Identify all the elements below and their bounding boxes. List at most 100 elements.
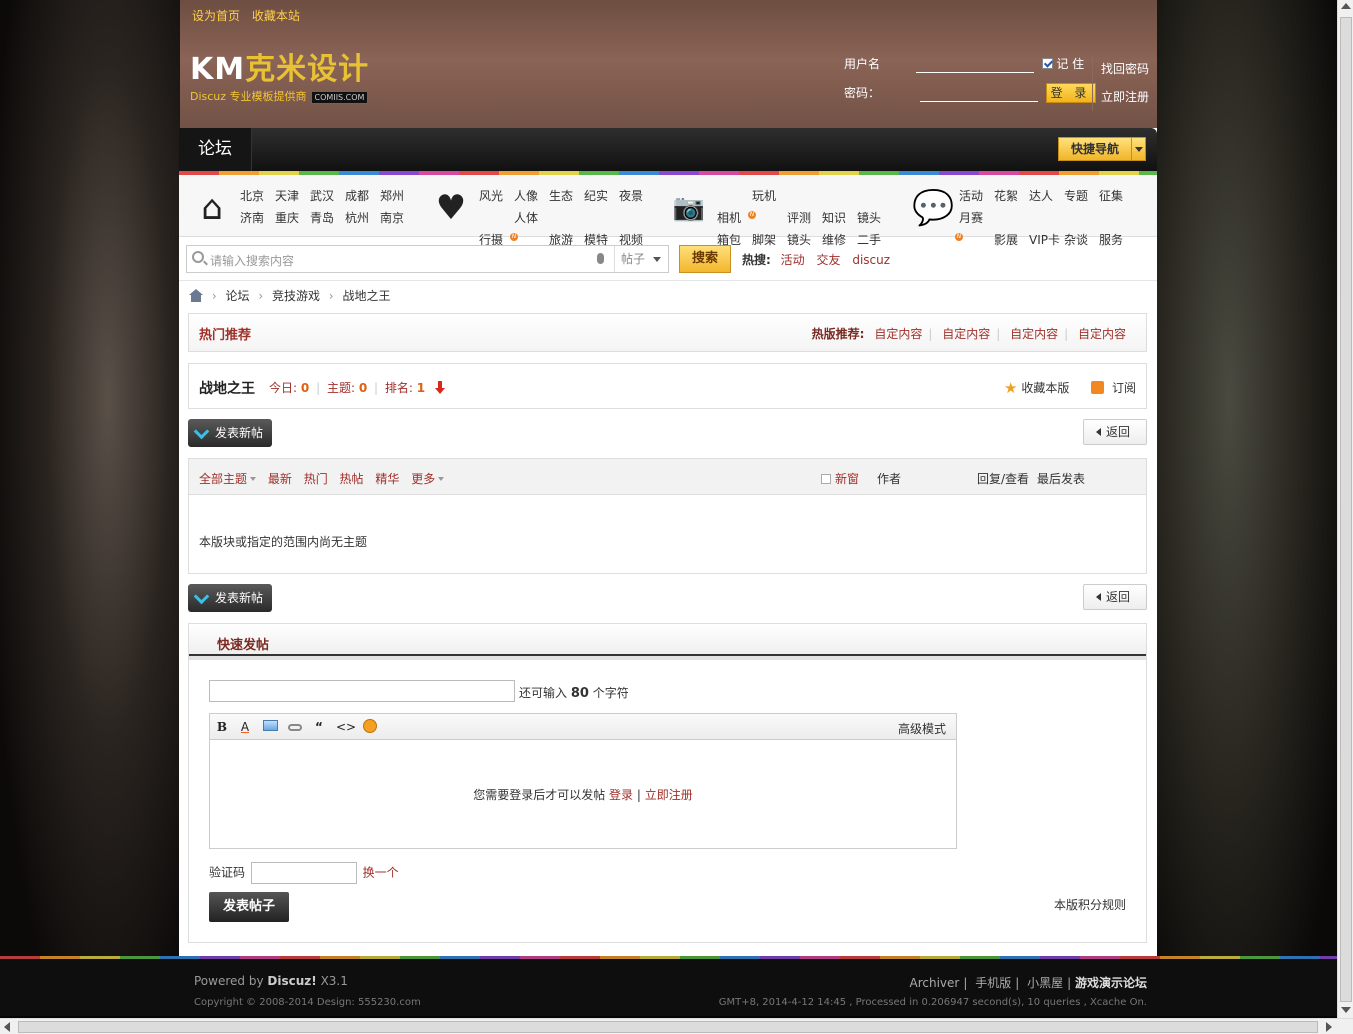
search-button[interactable]: 搜索 (679, 245, 731, 273)
register-link[interactable]: 立即注册 (1101, 83, 1149, 111)
cat-link[interactable]: 杭州 (345, 207, 380, 229)
filter-hot[interactable]: 热门 (304, 472, 328, 486)
cat-link[interactable]: 相机 (717, 207, 752, 229)
hot-search-link[interactable]: discuz (852, 253, 890, 267)
hot-search-link[interactable]: 交友 (816, 253, 840, 267)
username-input[interactable] (915, 55, 1034, 73)
password-input[interactable] (919, 84, 1038, 102)
cat-link[interactable]: 重庆 (275, 207, 310, 229)
scroll-thumb[interactable] (1340, 17, 1352, 1002)
filter-latest[interactable]: 最新 (268, 472, 292, 486)
cat-link[interactable]: 玩机 N (748, 185, 787, 229)
new-post-button[interactable]: 发表新帖 (188, 419, 272, 447)
hot-search-link[interactable]: 活动 (781, 253, 805, 267)
advanced-mode-link[interactable]: 高级模式 (898, 720, 946, 737)
hot-board-link[interactable]: 自定内容 (1010, 327, 1058, 341)
hscroll-thumb[interactable] (18, 1021, 1318, 1033)
captcha-change-link[interactable]: 换一个 (363, 866, 399, 880)
cat-link[interactable]: 纪实 (584, 185, 619, 207)
favorite-forum-link[interactable]: 收藏本版 (1021, 381, 1069, 395)
editor-login-link[interactable]: 登录 (609, 788, 633, 802)
hot-board-link[interactable]: 自定内容 (1078, 327, 1126, 341)
scroll-up-icon[interactable] (1341, 3, 1351, 9)
breadcrumb-forum[interactable]: 论坛 (225, 289, 249, 303)
scroll-left-icon[interactable] (4, 1022, 10, 1032)
cat-link[interactable]: 郑州 (380, 185, 415, 207)
scroll-down-icon[interactable] (1341, 1007, 1351, 1013)
editor-toolbar: B A “ <> 高级模式 (210, 714, 956, 740)
filter-more[interactable]: 更多 (411, 472, 444, 486)
set-homepage-link[interactable]: 设为首页 (192, 9, 240, 23)
cat-link[interactable]: 北京 (240, 185, 275, 207)
cat-link[interactable]: 青岛 (310, 207, 345, 229)
smiley-icon[interactable] (362, 719, 378, 735)
rank-label: 排名: (384, 381, 413, 395)
submit-post-button[interactable]: 发表帖子 (209, 892, 289, 922)
cat-link[interactable]: 征集 (1099, 185, 1134, 207)
cat-link[interactable]: 南京 (380, 207, 415, 229)
breadcrumb-category[interactable]: 竞技游戏 (272, 289, 320, 303)
cat-link[interactable]: 评测 (787, 207, 822, 229)
cat-link[interactable]: 风光 (479, 185, 514, 207)
breadcrumb-current[interactable]: 战地之王 (342, 289, 390, 303)
image-icon[interactable] (262, 719, 278, 735)
subscribe-link[interactable]: 订阅 (1112, 381, 1136, 395)
site-name-link[interactable]: 游戏演示论坛 (1075, 976, 1147, 990)
main-content: 论坛 快捷导航 ⌂ 北京 天津 武汉 成都 郑州 济南 重庆 青岛 杭州 南京 ♥ 风光 人像 生态… (179, 128, 1157, 956)
discuz-link[interactable]: Discuz! (267, 974, 316, 988)
cat-link[interactable]: 天津 (275, 185, 310, 207)
vertical-scrollbar[interactable] (1337, 0, 1353, 1018)
cat-link[interactable]: 花絮 (994, 185, 1029, 207)
post-title-input[interactable] (209, 680, 515, 702)
search-input[interactable]: 请输入搜索内容 (210, 252, 294, 269)
site-logo[interactable]: KM克米设计 Discuz 专业模板提供商 COMIIS.COM (190, 55, 386, 105)
hot-board-link[interactable]: 自定内容 (874, 327, 922, 341)
filter-digest[interactable]: 精华 (375, 472, 399, 486)
search-box[interactable]: 请输入搜索内容 帖子 (186, 245, 669, 273)
cat-link[interactable]: 成都 (345, 185, 380, 207)
remember-checkbox[interactable] (1041, 58, 1053, 69)
bookmark-site-link[interactable]: 收藏本站 (252, 9, 300, 23)
credit-rules-link[interactable]: 本版积分规则 (1054, 896, 1126, 913)
cat-link[interactable]: 知识 (822, 207, 857, 229)
logo-text: 克米设计 (245, 52, 370, 87)
cat-link[interactable]: 武汉 (310, 185, 345, 207)
breadcrumb-sep: › (328, 289, 334, 303)
cat-link[interactable]: 夜景 (619, 185, 654, 207)
archiver-link[interactable]: Archiver (909, 976, 959, 990)
quote-icon[interactable]: “ (311, 719, 327, 735)
captcha-input[interactable] (250, 862, 357, 884)
hot-board-link[interactable]: 自定内容 (942, 327, 990, 341)
cat-link[interactable]: 生态 (549, 185, 584, 207)
editor-register-link[interactable]: 立即注册 (645, 788, 693, 802)
cat-link[interactable]: 活动 (959, 185, 994, 207)
new-post-button-bottom[interactable]: 发表新帖 (188, 584, 272, 612)
quick-nav-button[interactable]: 快捷导航 (1058, 137, 1146, 161)
char-counter-prefix: 还可输入 (519, 686, 568, 700)
filter-all-topics[interactable]: 全部主题 (199, 472, 256, 486)
home-icon[interactable] (189, 289, 203, 302)
link-icon[interactable] (287, 719, 303, 735)
filter-hot-posts[interactable]: 热帖 (340, 472, 364, 486)
login-button[interactable]: 登 录 (1045, 83, 1096, 103)
nav-forum[interactable]: 论坛 (179, 128, 252, 171)
scroll-right-icon[interactable] (1326, 1022, 1332, 1032)
font-color-icon[interactable]: A (237, 719, 253, 735)
horizontal-scrollbar[interactable] (0, 1018, 1353, 1034)
back-button-bottom[interactable]: 返回 (1083, 584, 1147, 610)
cat-link[interactable]: 济南 (240, 207, 275, 229)
mobile-link[interactable]: 手机版 (975, 976, 1011, 990)
cat-link[interactable]: 人像 (514, 185, 549, 207)
new-window-checkbox[interactable] (821, 474, 831, 484)
find-password-link[interactable]: 找回密码 (1101, 55, 1149, 83)
bold-icon[interactable]: B (214, 719, 230, 735)
code-icon[interactable]: <> (336, 719, 356, 735)
blackroom-link[interactable]: 小黑屋 (1027, 976, 1063, 990)
cat-link[interactable]: 专题 (1064, 185, 1099, 207)
username-label[interactable]: 用户名 (844, 57, 880, 71)
cat-link[interactable]: 镜头 (857, 207, 892, 229)
back-button[interactable]: 返回 (1083, 419, 1147, 445)
search-type-select[interactable]: 帖子 (614, 246, 669, 272)
cat-link[interactable]: 达人 (1029, 185, 1064, 207)
microphone-icon[interactable] (597, 253, 604, 264)
